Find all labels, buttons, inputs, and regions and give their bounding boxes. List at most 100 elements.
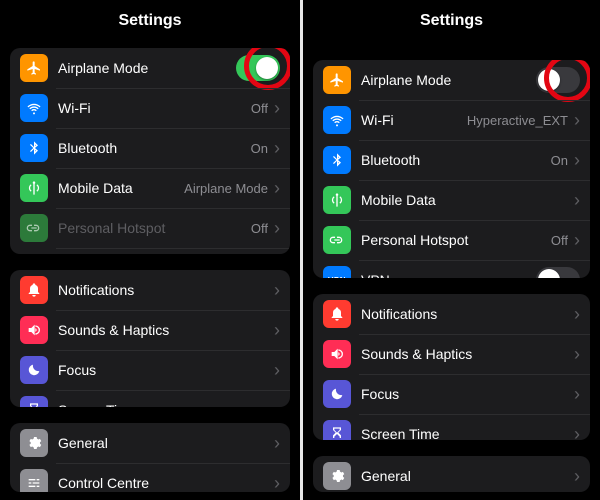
moon-icon <box>323 380 351 408</box>
vpn-badge-text: VPN <box>328 276 346 279</box>
chevron-right-icon: › <box>274 434 280 452</box>
chevron-right-icon: › <box>274 474 280 492</box>
sliders-icon <box>20 469 48 492</box>
antenna-icon <box>20 174 48 202</box>
row-label: Focus <box>58 362 272 378</box>
row-label: Airplane Mode <box>58 60 236 76</box>
chevron-right-icon: › <box>274 139 280 157</box>
bluetooth-detail: On <box>251 141 268 156</box>
vpn-toggle[interactable] <box>536 267 580 278</box>
row-notifications[interactable]: Notifications › <box>10 270 290 310</box>
row-screen-time[interactable]: Screen Time › <box>313 414 590 439</box>
chevron-right-icon: › <box>574 345 580 363</box>
chevron-right-icon: › <box>574 111 580 129</box>
row-mobile-data[interactable]: Mobile Data › <box>313 180 590 220</box>
row-label: Focus <box>361 386 572 402</box>
row-bluetooth[interactable]: Bluetooth On › <box>10 128 290 168</box>
row-label: Mobile Data <box>58 180 184 196</box>
chevron-right-icon: › <box>574 425 580 439</box>
row-label: Screen Time <box>361 426 572 439</box>
row-wifi[interactable]: Wi-Fi Off › <box>10 88 290 128</box>
chevron-right-icon: › <box>274 179 280 197</box>
chevron-right-icon: › <box>274 281 280 299</box>
row-label: Personal Hotspot <box>58 220 251 236</box>
airplane-toggle[interactable] <box>236 55 280 81</box>
row-label: Sounds & Haptics <box>361 346 572 362</box>
antenna-icon <box>323 186 351 214</box>
row-label: General <box>361 468 572 484</box>
row-wifi[interactable]: Wi-Fi Hyperactive_EXT › <box>313 100 590 140</box>
chevron-right-icon: › <box>574 191 580 209</box>
group-notifications: Notifications › Sounds & Haptics › Focus… <box>10 270 290 407</box>
speaker-icon <box>323 340 351 368</box>
bluetooth-icon <box>323 146 351 174</box>
group-general: General › Control Centre › <box>10 423 290 492</box>
page-title: Settings <box>0 0 300 40</box>
row-label: General <box>58 435 272 451</box>
hotspot-detail: Off <box>251 221 268 236</box>
hotspot-detail: Off <box>551 233 568 248</box>
airplane-icon <box>20 54 48 82</box>
group-connectivity: Airplane Mode Wi-Fi Off › Bluetooth On ›… <box>10 48 290 254</box>
row-label: Sounds & Haptics <box>58 322 272 338</box>
row-label: Personal Hotspot <box>361 232 551 248</box>
row-personal-hotspot[interactable]: Personal Hotspot Off › <box>313 220 590 260</box>
wifi-detail: Off <box>251 101 268 116</box>
gear-icon <box>323 462 351 490</box>
bell-icon <box>323 300 351 328</box>
mobile-detail: Airplane Mode <box>184 181 268 196</box>
airplane-toggle[interactable] <box>536 67 580 93</box>
row-notifications[interactable]: Notifications › <box>313 294 590 334</box>
wifi-icon <box>20 94 48 122</box>
chevron-right-icon: › <box>274 401 280 407</box>
chevron-right-icon: › <box>574 231 580 249</box>
chevron-right-icon: › <box>574 385 580 403</box>
speaker-icon <box>20 316 48 344</box>
row-label: Wi-Fi <box>58 100 251 116</box>
row-mobile-data[interactable]: Mobile Data Airplane Mode › <box>10 168 290 208</box>
row-personal-hotspot[interactable]: Personal Hotspot Off › <box>10 208 290 248</box>
group-notifications: Notifications › Sounds & Haptics › Focus… <box>313 294 590 439</box>
row-focus[interactable]: Focus › <box>10 350 290 390</box>
page-title: Settings <box>303 0 600 40</box>
hourglass-icon <box>323 420 351 439</box>
row-sounds[interactable]: Sounds & Haptics › <box>313 334 590 374</box>
row-label: Airplane Mode <box>361 72 536 88</box>
row-screen-time[interactable]: Screen Time › <box>10 390 290 407</box>
row-label: Bluetooth <box>361 152 551 168</box>
wifi-icon <box>323 106 351 134</box>
row-airplane-mode[interactable]: Airplane Mode <box>313 60 590 100</box>
chevron-right-icon: › <box>274 99 280 117</box>
row-focus[interactable]: Focus › <box>313 374 590 414</box>
chevron-right-icon: › <box>274 219 280 237</box>
wifi-detail: Hyperactive_EXT <box>467 113 568 128</box>
vpn-icon: VPN <box>323 266 351 278</box>
toggle-knob <box>538 269 560 278</box>
group-general: General › <box>313 456 590 492</box>
row-sounds[interactable]: Sounds & Haptics › <box>10 310 290 350</box>
bluetooth-detail: On <box>551 153 568 168</box>
chevron-right-icon: › <box>574 151 580 169</box>
row-label: Bluetooth <box>58 140 251 156</box>
row-label: Mobile Data <box>361 192 572 208</box>
toggle-knob <box>538 69 560 91</box>
row-vpn[interactable]: VPN VPN <box>10 248 290 254</box>
row-airplane-mode[interactable]: Airplane Mode <box>10 48 290 88</box>
hourglass-icon <box>20 396 48 407</box>
group-connectivity: Airplane Mode Wi-Fi Hyperactive_EXT › Bl… <box>313 60 590 278</box>
bell-icon <box>20 276 48 304</box>
settings-panel-right: Settings Airplane Mode Wi-Fi Hyperactive… <box>300 0 600 500</box>
airplane-icon <box>323 66 351 94</box>
row-general[interactable]: General › <box>313 456 590 492</box>
chevron-right-icon: › <box>274 361 280 379</box>
row-general[interactable]: General › <box>10 423 290 463</box>
chevron-right-icon: › <box>574 305 580 323</box>
row-label: Control Centre <box>58 475 272 491</box>
chevron-right-icon: › <box>574 467 580 485</box>
row-control-centre[interactable]: Control Centre › <box>10 463 290 492</box>
link-icon <box>20 214 48 242</box>
row-bluetooth[interactable]: Bluetooth On › <box>313 140 590 180</box>
toggle-knob <box>256 57 278 79</box>
row-label: Notifications <box>361 306 572 322</box>
row-vpn[interactable]: VPN VPN <box>313 260 590 278</box>
